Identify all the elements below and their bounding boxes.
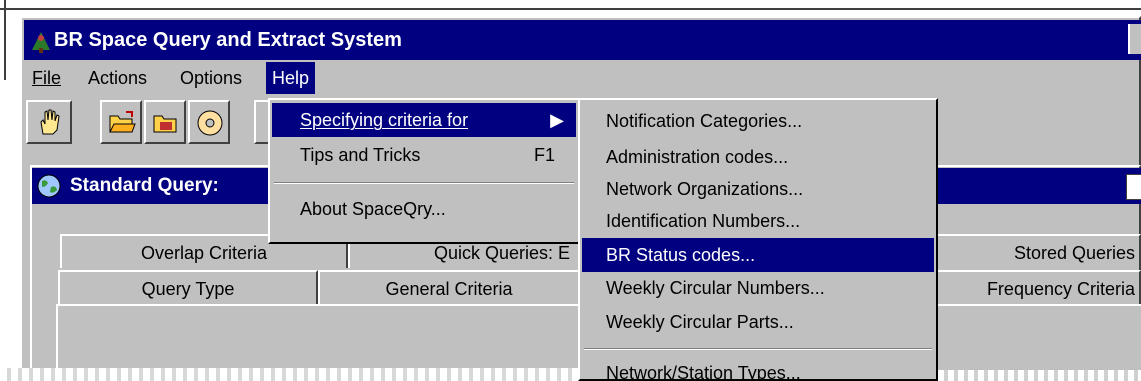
torn-edge-right xyxy=(938,370,1141,381)
submenu-item-network-organizations[interactable]: Network Organizations... xyxy=(582,172,934,206)
submenu-item-label: Identification Numbers... xyxy=(606,211,801,231)
submenu-item-administration-codes[interactable]: Administration codes... xyxy=(582,140,934,174)
menu-file[interactable]: File xyxy=(26,62,67,94)
tab-stored-label: Stored Queries xyxy=(1013,243,1135,263)
open-folder-icon xyxy=(108,110,136,139)
submenu-item-label: Weekly Circular Numbers... xyxy=(606,278,825,298)
submenu-item-network-station-types[interactable]: Network/Station Types... xyxy=(582,356,934,381)
torn-edge xyxy=(0,368,578,381)
menu-item-specifying-criteria[interactable]: Specifying criteria for ▶ xyxy=(272,103,576,137)
submenu-item-notification-categories[interactable]: Notification Categories... xyxy=(582,104,934,138)
window-title: BR Space Query and Extract System xyxy=(54,29,402,51)
menu-separator xyxy=(274,182,574,184)
submenu-separator xyxy=(584,348,932,350)
tab-overlap-label: Overlap Criteria xyxy=(140,243,268,263)
stop-button[interactable] xyxy=(26,100,72,144)
submenu-item-label: Network/Station Types... xyxy=(606,363,801,381)
inner-title-button-stub[interactable] xyxy=(1126,174,1141,200)
menu-help-label: Help xyxy=(272,68,310,88)
cd-icon xyxy=(196,109,224,142)
submenu-item-label: Notification Categories... xyxy=(606,111,803,131)
submenu-arrow-icon: ▶ xyxy=(550,110,564,130)
menu-options-label: Options xyxy=(180,68,243,88)
open-folder-button[interactable] xyxy=(100,100,142,144)
submenu-item-label: Weekly Circular Parts... xyxy=(606,312,794,332)
menu-help[interactable]: Help xyxy=(266,62,316,94)
submenu-item-label: Administration codes... xyxy=(606,147,789,167)
left-edge-line xyxy=(4,0,6,80)
title-bar-button-stub[interactable] xyxy=(1128,24,1141,54)
menu-item-about[interactable]: About SpaceQry... xyxy=(272,192,576,226)
menu-actions[interactable]: Actions xyxy=(82,62,153,94)
menu-item-about-label: About SpaceQry... xyxy=(300,199,446,219)
hand-icon xyxy=(37,108,63,141)
submenu-item-label: BR Status codes... xyxy=(606,245,756,265)
menu-item-tips-and-tricks[interactable]: Tips and Tricks F1 xyxy=(272,138,576,172)
tab-stored-queries[interactable]: Stored Queries xyxy=(936,234,1141,268)
save-query-button[interactable] xyxy=(144,100,186,144)
tab-general-label: General Criteria xyxy=(385,279,513,299)
globe-icon xyxy=(36,173,62,212)
menu-item-specifying-label: Specifying criteria for xyxy=(300,110,469,130)
menu-item-tips-label: Tips and Tricks xyxy=(300,145,421,165)
menu-actions-label: Actions xyxy=(88,68,148,88)
menu-options[interactable]: Options xyxy=(174,62,248,94)
tab-query-type-label: Query Type xyxy=(141,279,235,299)
submenu-item-weekly-circular-numbers[interactable]: Weekly Circular Numbers... xyxy=(582,271,934,305)
standard-query-title: Standard Query: xyxy=(70,175,219,196)
folder-icon xyxy=(152,110,180,139)
submenu-item-identification-numbers[interactable]: Identification Numbers... xyxy=(582,204,934,238)
cd-button[interactable] xyxy=(188,100,230,144)
submenu-item-br-status-codes[interactable]: BR Status codes... xyxy=(582,238,934,272)
tab-general-criteria[interactable]: General Criteria xyxy=(318,270,580,304)
tab-quick-label: Quick Queries: E xyxy=(433,243,570,263)
top-edge-line xyxy=(0,8,1141,10)
tab-frequency-criteria[interactable]: Frequency Criteria xyxy=(936,270,1141,304)
tab-frequency-label: Frequency Criteria xyxy=(986,279,1135,299)
tab-query-type[interactable]: Query Type xyxy=(58,270,318,304)
menu-item-tips-shortcut: F1 xyxy=(534,145,556,165)
title-bar: BR Space Query and Extract System xyxy=(24,20,1141,60)
submenu-item-weekly-circular-parts[interactable]: Weekly Circular Parts... xyxy=(582,305,934,339)
submenu-item-label: Network Organizations... xyxy=(606,179,804,199)
menu-file-label: File xyxy=(32,68,62,88)
